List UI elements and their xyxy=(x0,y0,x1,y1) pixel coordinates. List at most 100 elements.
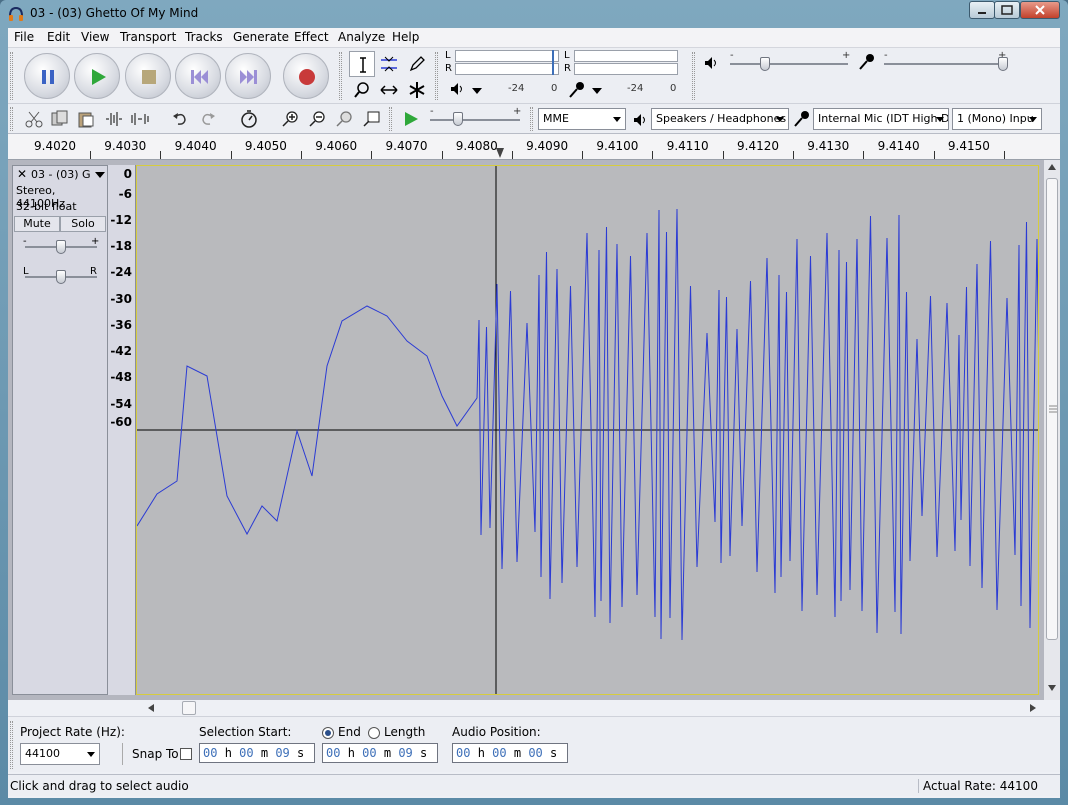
output-device-dropdown[interactable]: Speakers / Headphones xyxy=(651,108,789,130)
amplitude-tick-label: -36 xyxy=(110,318,132,332)
toolbar-grip[interactable] xyxy=(435,52,438,100)
audio-position-time[interactable]: 00 h 00 m 00 s xyxy=(452,743,568,763)
horizontal-scroll-thumb[interactable] xyxy=(182,701,196,715)
rec-meter-right[interactable] xyxy=(574,63,678,75)
silence-button[interactable] xyxy=(128,107,152,131)
waveform-canvas[interactable] xyxy=(136,165,1039,695)
horizontal-scrollbar[interactable] xyxy=(136,700,1044,716)
scroll-down-icon[interactable] xyxy=(1048,685,1056,691)
play-meter-menu-arrow[interactable] xyxy=(472,88,482,94)
rec-meter-left[interactable] xyxy=(574,50,678,62)
ruler-tick-label: 9.4050 xyxy=(244,139,287,153)
track-control-panel[interactable]: ✕ 03 - (03) G Stereo, 44100Hz 32-bit flo… xyxy=(12,165,108,695)
menu-help[interactable]: Help xyxy=(392,30,419,44)
toolbar-grip[interactable] xyxy=(389,107,392,131)
scroll-up-icon[interactable] xyxy=(1048,164,1056,170)
audio-position-minutes: 00 xyxy=(492,746,507,760)
minimize-icon xyxy=(978,12,986,14)
skip-start-icon xyxy=(191,70,208,84)
toolbar-grip[interactable] xyxy=(10,107,13,131)
toolbar-grip[interactable] xyxy=(530,107,533,131)
toolbar-grip[interactable] xyxy=(10,721,13,769)
draw-tool[interactable] xyxy=(404,51,430,77)
project-rate-dropdown[interactable]: 44100 xyxy=(20,743,100,765)
envelope-tool[interactable] xyxy=(376,51,402,77)
play-at-speed-button[interactable] xyxy=(399,107,423,131)
amplitude-ruler[interactable]: 0 -6 -12 -18 -24 -30 -36 -42 -48 -54 -60 xyxy=(108,165,136,695)
menu-file[interactable]: File xyxy=(14,30,34,44)
track-close-button[interactable]: ✕ xyxy=(15,168,29,182)
fit-selection-button[interactable] xyxy=(332,107,356,131)
pause-button[interactable] xyxy=(24,53,70,99)
zoom-in-button[interactable] xyxy=(278,107,302,131)
menu-tracks[interactable]: Tracks xyxy=(185,30,223,44)
menu-analyze[interactable]: Analyze xyxy=(338,30,385,44)
scroll-right-icon[interactable] xyxy=(1030,704,1036,712)
project-rate-value: 44100 xyxy=(25,747,60,760)
menu-edit[interactable]: Edit xyxy=(47,30,70,44)
cut-button[interactable] xyxy=(22,107,46,131)
end-radio[interactable] xyxy=(322,727,334,739)
output-volume-thumb[interactable] xyxy=(760,57,770,71)
multi-tool[interactable] xyxy=(404,77,430,103)
menu-transport[interactable]: Transport xyxy=(120,30,176,44)
zoom-out-button[interactable] xyxy=(305,107,329,131)
stop-button[interactable] xyxy=(125,53,171,99)
ruler-tick-label: 9.4070 xyxy=(385,139,428,153)
sync-lock-button[interactable] xyxy=(237,107,261,131)
toolbar-grip[interactable] xyxy=(10,52,13,100)
selection-tool[interactable] xyxy=(349,51,375,77)
toolbar-grip[interactable] xyxy=(692,52,695,100)
close-window-button[interactable] xyxy=(1020,1,1060,19)
output-volume-slider[interactable] xyxy=(730,63,848,65)
chevron-down-icon[interactable] xyxy=(95,172,105,178)
solo-button[interactable]: Solo xyxy=(60,216,106,232)
input-volume-thumb[interactable] xyxy=(998,57,1008,71)
scroll-left-icon[interactable] xyxy=(148,704,154,712)
gain-slider-thumb[interactable] xyxy=(56,240,66,254)
mute-button[interactable]: Mute xyxy=(14,216,60,232)
copy-button[interactable] xyxy=(48,107,72,131)
play-speed-thumb[interactable] xyxy=(453,112,463,126)
fit-project-button[interactable] xyxy=(359,107,383,131)
toolbar-grip[interactable] xyxy=(339,52,342,100)
rec-meter-right-label: R xyxy=(564,63,571,74)
play-button[interactable] xyxy=(74,53,120,99)
vertical-scroll-thumb[interactable] xyxy=(1046,178,1058,640)
menu-generate[interactable]: Generate xyxy=(233,30,289,44)
selection-end-time[interactable]: 00 h 00 m 09 s xyxy=(322,743,438,763)
length-radio[interactable] xyxy=(368,727,380,739)
input-channels-dropdown[interactable]: 1 (Mono) Inpu xyxy=(952,108,1042,130)
zoom-tool[interactable] xyxy=(349,77,375,103)
rec-meter-menu-arrow[interactable] xyxy=(592,88,602,94)
snap-to-checkbox[interactable] xyxy=(180,748,192,760)
vertical-scrollbar[interactable] xyxy=(1044,160,1060,700)
input-volume-slider[interactable] xyxy=(884,63,1006,65)
time-shift-tool[interactable] xyxy=(376,77,402,103)
magnifier-icon xyxy=(354,82,369,98)
maximize-button[interactable] xyxy=(994,1,1020,19)
selection-start-seconds: 09 xyxy=(275,746,290,760)
pan-slider-thumb[interactable] xyxy=(56,270,66,284)
minimize-button[interactable] xyxy=(969,1,995,19)
skip-to-end-button[interactable] xyxy=(225,53,271,99)
skip-to-start-button[interactable] xyxy=(175,53,221,99)
track-name-button[interactable]: 03 - (03) G xyxy=(31,168,93,182)
trim-button[interactable] xyxy=(102,107,126,131)
record-button[interactable] xyxy=(283,53,329,99)
redo-button[interactable] xyxy=(196,107,220,131)
audio-host-dropdown[interactable]: MME xyxy=(538,108,626,130)
chevron-down-icon xyxy=(1029,117,1037,122)
input-device-dropdown[interactable]: Internal Mic (IDT High D xyxy=(813,108,949,130)
timeline-ruler[interactable]: 9.4020 9.4030 9.4040 9.4050 9.4060 9.4070 9.40… xyxy=(8,134,1060,160)
play-meter-left[interactable] xyxy=(455,50,559,62)
undo-button[interactable] xyxy=(168,107,192,131)
speed-min: - xyxy=(430,106,434,117)
end-label: End xyxy=(338,725,361,739)
play-meter-right[interactable] xyxy=(455,63,559,75)
play-speed-slider[interactable] xyxy=(430,119,520,121)
menu-effect[interactable]: Effect xyxy=(294,30,329,44)
menu-view[interactable]: View xyxy=(81,30,109,44)
paste-button[interactable] xyxy=(74,107,98,131)
selection-start-time[interactable]: 00 h 00 m 09 s xyxy=(199,743,315,763)
